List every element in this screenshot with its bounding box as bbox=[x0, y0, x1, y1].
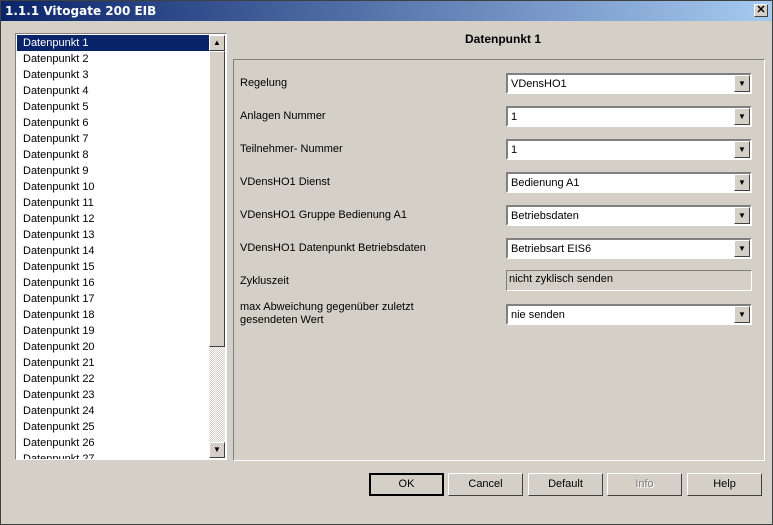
datenpunkt-value: Betriebsart EIS6 bbox=[511, 243, 592, 255]
list-item[interactable]: Datenpunkt 26 bbox=[17, 435, 210, 451]
list-item[interactable]: Datenpunkt 18 bbox=[17, 307, 210, 323]
abweichung-dropdown-button[interactable]: ▼ bbox=[734, 306, 750, 323]
regelung-dropdown-button[interactable]: ▼ bbox=[734, 75, 750, 92]
datenpunkt-select[interactable]: Betriebsart EIS6 ▼ bbox=[506, 238, 752, 259]
list-item[interactable]: Datenpunkt 3 bbox=[17, 67, 210, 83]
abweichung-label-line1: max Abweichung gegenüber zuletzt bbox=[240, 301, 414, 313]
anlagen-nummer-label: Anlagen Nummer bbox=[240, 110, 326, 122]
list-item[interactable]: Datenpunkt 23 bbox=[17, 387, 210, 403]
teilnehmer-nummer-select[interactable]: 1 ▼ bbox=[506, 139, 752, 160]
abweichung-value: nie senden bbox=[511, 309, 565, 321]
gruppe-value: Betriebsdaten bbox=[511, 210, 579, 222]
zykluszeit-value: nicht zyklisch senden bbox=[509, 273, 613, 285]
list-item[interactable]: Datenpunkt 12 bbox=[17, 211, 210, 227]
window-title: 1.1.1 Vitogate 200 EIB bbox=[5, 4, 157, 18]
dialog-window: 1.1.1 Vitogate 200 EIB ✕ Datenpunkt 1 Dat… bbox=[0, 0, 773, 525]
scroll-down-button[interactable]: ▼ bbox=[209, 442, 225, 458]
chevron-down-icon: ▼ bbox=[738, 145, 746, 154]
dienst-dropdown-button[interactable]: ▼ bbox=[734, 174, 750, 191]
zykluszeit-label: Zykluszeit bbox=[240, 275, 289, 287]
list-item[interactable]: Datenpunkt 7 bbox=[17, 131, 210, 147]
anlagen-nummer-select[interactable]: 1 ▼ bbox=[506, 106, 752, 127]
teilnehmer-nummer-label: Teilnehmer- Nummer bbox=[240, 143, 343, 155]
teilnehmer-nummer-dropdown-button[interactable]: ▼ bbox=[734, 141, 750, 158]
title-bar: 1.1.1 Vitogate 200 EIB ✕ bbox=[1, 1, 772, 21]
anlagen-nummer-dropdown-button[interactable]: ▼ bbox=[734, 108, 750, 125]
dienst-select[interactable]: Bedienung A1 ▼ bbox=[506, 172, 752, 193]
list-item[interactable]: Datenpunkt 13 bbox=[17, 227, 210, 243]
arrow-up-icon: ▲ bbox=[213, 38, 221, 47]
list-item[interactable]: Datenpunkt 2 bbox=[17, 51, 210, 67]
list-item[interactable]: Datenpunkt 4 bbox=[17, 83, 210, 99]
zykluszeit-field: nicht zyklisch senden bbox=[506, 270, 752, 291]
list-item[interactable]: Datenpunkt 11 bbox=[17, 195, 210, 211]
gruppe-select[interactable]: Betriebsdaten ▼ bbox=[506, 205, 752, 226]
teilnehmer-nummer-value: 1 bbox=[511, 144, 518, 156]
list-item[interactable]: Datenpunkt 1 bbox=[17, 35, 210, 51]
panel-title: Datenpunkt 1 bbox=[464, 32, 541, 46]
list-item[interactable]: Datenpunkt 5 bbox=[17, 99, 210, 115]
regelung-value: VDensHO1 bbox=[511, 78, 567, 90]
datenpunkt-dropdown-button[interactable]: ▼ bbox=[734, 240, 750, 257]
default-button[interactable]: Default bbox=[528, 473, 603, 496]
chevron-down-icon: ▼ bbox=[738, 310, 746, 319]
list-item[interactable]: Datenpunkt 15 bbox=[17, 259, 210, 275]
list-scrollbar[interactable]: ▲ ▼ bbox=[209, 35, 225, 458]
list-item[interactable]: Datenpunkt 22 bbox=[17, 371, 210, 387]
list-items: Datenpunkt 1 Datenpunkt 2 Datenpunkt 3 Date… bbox=[17, 35, 210, 459]
cancel-button[interactable]: Cancel bbox=[448, 473, 523, 496]
list-item[interactable]: Datenpunkt 27 bbox=[17, 451, 210, 459]
anlagen-nummer-value: 1 bbox=[511, 111, 518, 123]
list-item[interactable]: Datenpunkt 14 bbox=[17, 243, 210, 259]
list-item[interactable]: Datenpunkt 25 bbox=[17, 419, 210, 435]
close-button[interactable]: ✕ bbox=[754, 4, 768, 17]
gruppe-dropdown-button[interactable]: ▼ bbox=[734, 207, 750, 224]
list-item[interactable]: Datenpunkt 17 bbox=[17, 291, 210, 307]
dienst-value: Bedienung A1 bbox=[511, 177, 580, 189]
dienst-label: VDensHO1 Dienst bbox=[240, 176, 330, 188]
datenpunkt-list[interactable]: Datenpunkt 1 Datenpunkt 2 Datenpunkt 3 Date… bbox=[15, 33, 227, 460]
datenpunkt-label: VDensHO1 Datenpunkt Betriebsdaten bbox=[240, 242, 426, 254]
list-item[interactable]: Datenpunkt 20 bbox=[17, 339, 210, 355]
arrow-down-icon: ▼ bbox=[213, 445, 221, 454]
list-item[interactable]: Datenpunkt 24 bbox=[17, 403, 210, 419]
scroll-up-button[interactable]: ▲ bbox=[209, 35, 225, 51]
chevron-down-icon: ▼ bbox=[738, 112, 746, 121]
list-item[interactable]: Datenpunkt 19 bbox=[17, 323, 210, 339]
chevron-down-icon: ▼ bbox=[738, 178, 746, 187]
scroll-thumb[interactable] bbox=[209, 51, 225, 347]
info-button: Info bbox=[607, 473, 682, 496]
regelung-label: Regelung bbox=[240, 77, 288, 89]
chevron-down-icon: ▼ bbox=[738, 211, 746, 220]
chevron-down-icon: ▼ bbox=[738, 244, 746, 253]
abweichung-select[interactable]: nie senden ▼ bbox=[506, 304, 752, 325]
list-item[interactable]: Datenpunkt 10 bbox=[17, 179, 210, 195]
gruppe-label: VDensHO1 Gruppe Bedienung A1 bbox=[240, 209, 407, 221]
list-item[interactable]: Datenpunkt 8 bbox=[17, 147, 210, 163]
list-item[interactable]: Datenpunkt 21 bbox=[17, 355, 210, 371]
regelung-select[interactable]: VDensHO1 ▼ bbox=[506, 73, 752, 94]
ok-button[interactable]: OK bbox=[369, 473, 444, 496]
help-button[interactable]: Help bbox=[687, 473, 762, 496]
abweichung-label-line2: gesendeten Wert bbox=[240, 314, 324, 326]
list-item[interactable]: Datenpunkt 9 bbox=[17, 163, 210, 179]
list-item[interactable]: Datenpunkt 16 bbox=[17, 275, 210, 291]
list-item[interactable]: Datenpunkt 6 bbox=[17, 115, 210, 131]
chevron-down-icon: ▼ bbox=[738, 79, 746, 88]
close-icon: ✕ bbox=[756, 4, 766, 16]
